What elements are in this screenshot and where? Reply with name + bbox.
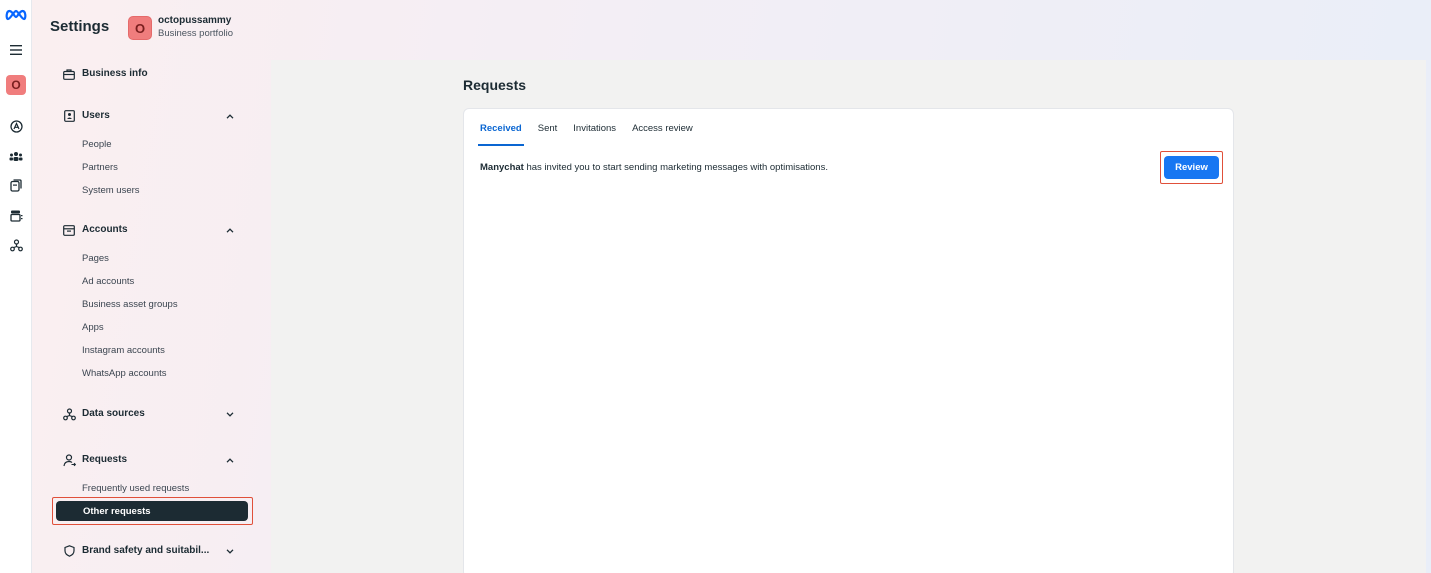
people-icon[interactable] <box>8 148 24 164</box>
chevron-down-icon[interactable] <box>224 408 236 420</box>
sidebar-item-instagram-accounts[interactable]: Instagram accounts <box>82 345 165 356</box>
portfolio-avatar[interactable]: O <box>128 16 152 40</box>
pages-icon[interactable] <box>8 177 24 193</box>
tab-access-review[interactable]: Access review <box>624 123 701 143</box>
data-sources-icon <box>62 407 76 421</box>
portfolio-type: Business portfolio <box>158 28 233 39</box>
sidebar-section-data-sources[interactable]: Data sources <box>82 408 145 419</box>
portfolio-avatar-small[interactable]: O <box>6 75 26 95</box>
sidebar-section-users[interactable]: Users <box>82 110 110 121</box>
chevron-down-icon[interactable] <box>224 545 236 557</box>
requests-card: Received Sent Invitations Access review … <box>463 108 1234 573</box>
briefcase-icon <box>62 67 76 81</box>
page-header-title: Settings <box>50 18 110 35</box>
request-message: Manychat has invited you to start sendin… <box>480 162 828 173</box>
meta-logo-icon[interactable] <box>5 6 27 24</box>
request-text: has invited you to start sending marketi… <box>523 162 828 173</box>
settings-header: Settings O octopussammy Business portfol… <box>32 0 1431 54</box>
ads-icon[interactable] <box>8 118 24 134</box>
sidebar-item-other-requests[interactable]: Other requests <box>56 501 248 521</box>
sidebar-item-system-users[interactable]: System users <box>82 185 140 196</box>
accounts-icon <box>62 223 76 237</box>
chevron-up-icon[interactable] <box>224 454 236 466</box>
user-badge-icon <box>62 109 76 123</box>
review-button[interactable]: Review <box>1164 156 1219 179</box>
sidebar-item-business-asset-groups[interactable]: Business asset groups <box>82 299 178 310</box>
settings-sidebar: Business info Users People Partners Syst… <box>32 54 265 573</box>
sidebar-item-business-info[interactable]: Business info <box>82 68 148 79</box>
sidebar-section-accounts[interactable]: Accounts <box>82 224 128 235</box>
sidebar-item-ad-accounts[interactable]: Ad accounts <box>82 276 134 287</box>
page-title: Requests <box>463 77 527 93</box>
request-sender: Manychat <box>480 162 524 173</box>
portfolio-name[interactable]: octopussammy <box>158 15 231 26</box>
shield-icon <box>62 544 76 558</box>
sidebar-item-pages[interactable]: Pages <box>82 253 109 264</box>
sidebar-item-whatsapp-accounts[interactable]: WhatsApp accounts <box>82 368 167 379</box>
tab-received[interactable]: Received <box>478 123 530 146</box>
network-icon[interactable] <box>8 237 24 253</box>
inbox-icon[interactable] <box>8 207 24 223</box>
sidebar-item-partners[interactable]: Partners <box>82 162 118 173</box>
tab-invitations[interactable]: Invitations <box>565 123 624 143</box>
request-tabs: Received Sent Invitations Access review <box>478 123 701 146</box>
sidebar-section-brand-safety[interactable]: Brand safety and suitabil... <box>82 545 209 556</box>
sidebar-item-people[interactable]: People <box>82 139 112 150</box>
chevron-up-icon[interactable] <box>224 224 236 236</box>
sidebar-item-frequently-used-requests[interactable]: Frequently used requests <box>82 483 189 494</box>
tab-sent[interactable]: Sent <box>530 123 566 143</box>
chevron-up-icon[interactable] <box>224 110 236 122</box>
menu-icon[interactable] <box>8 42 24 58</box>
global-nav-rail: O <box>0 0 32 573</box>
requests-icon <box>62 453 76 467</box>
sidebar-item-apps[interactable]: Apps <box>82 322 104 333</box>
sidebar-section-requests[interactable]: Requests <box>82 454 127 465</box>
main-content: Requests Received Sent Invitations Acces… <box>271 60 1426 573</box>
